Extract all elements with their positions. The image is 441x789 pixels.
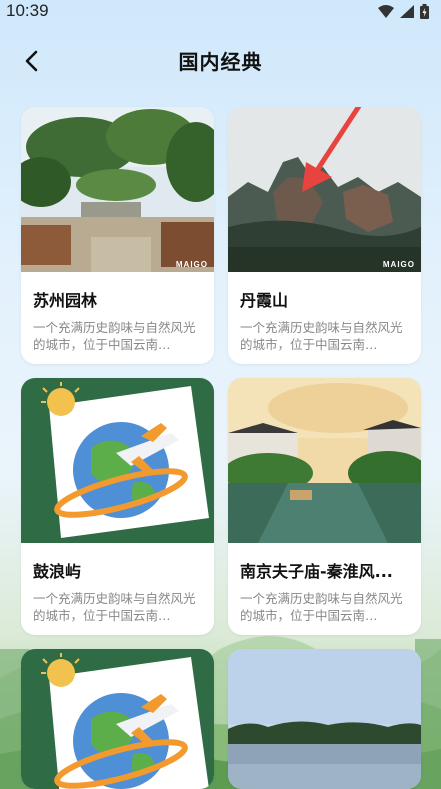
wifi-icon (378, 4, 394, 18)
card-title: 苏州园林 (33, 291, 98, 310)
destination-card[interactable] (21, 649, 214, 789)
card-description: 一个充满历史韵味与自然风光的城市，位于中国云南… (33, 591, 196, 623)
back-button[interactable] (18, 48, 44, 74)
watermark: MAIGO (175, 260, 208, 269)
watermark: MAIGO (382, 260, 415, 269)
destination-card[interactable]: 鼓浪屿 一个充满历史韵味与自然风光的城市，位于中国云南… (21, 378, 214, 635)
card-description: 一个充满历史韵味与自然风光的城市，位于中国云南… (33, 320, 196, 352)
status-icons (378, 3, 429, 19)
chevron-left-icon (25, 50, 38, 72)
lake-photo (228, 649, 421, 789)
header: 国内经典 (0, 38, 441, 82)
status-bar: 10:39 (0, 0, 441, 22)
destination-card[interactable]: 南京夫子庙-秦淮风... 一个充满历史韵味与自然风光的城市，位于中国云南… (228, 378, 421, 635)
card-title: 南京夫子庙-秦淮风... (240, 562, 393, 581)
card-description: 一个充满历史韵味与自然风光的城市，位于中国云南… (240, 320, 403, 352)
globe-plane-illustration (21, 649, 214, 789)
garden-photo: MAIGO (21, 107, 214, 272)
destination-card[interactable] (228, 649, 421, 789)
destination-card[interactable]: MAIGO 苏州园林 一个充满历史韵味与自然风光的城市，位于中国云南… (21, 107, 214, 364)
qinhuai-river-photo (228, 378, 421, 543)
page-title: 国内经典 (178, 49, 263, 74)
card-title: 丹霞山 (240, 291, 289, 310)
status-time: 10:39 (6, 1, 49, 20)
card-title: 鼓浪屿 (33, 562, 82, 581)
destination-card[interactable]: MAIGO 丹霞山 一个充满历史韵味与自然风光的城市，位于中国云南… (228, 107, 421, 364)
battery-charging-icon (420, 3, 429, 19)
globe-plane-illustration (21, 378, 214, 543)
cell-signal-icon (400, 4, 414, 18)
danxia-mountain-photo: MAIGO (228, 107, 421, 272)
arrow-annotation-icon (302, 107, 362, 192)
card-description: 一个充满历史韵味与自然风光的城市，位于中国云南… (240, 591, 403, 623)
